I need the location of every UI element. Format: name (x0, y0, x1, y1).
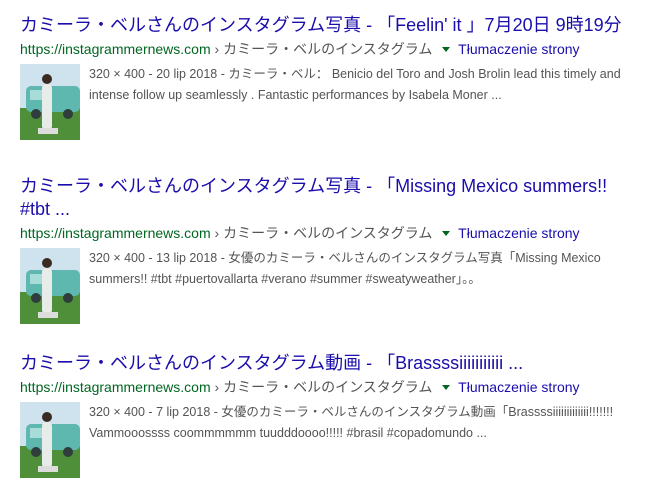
result-meta: 320 × 400 - 13 lip 2018 - (89, 251, 229, 265)
breadcrumb: カミーラ・ベルのインスタグラム (223, 379, 433, 395)
result-cite: https://instagrammernews.com › カミーラ・ベルのイ… (20, 224, 640, 242)
chevron-down-icon[interactable] (442, 384, 451, 390)
translate-page-link[interactable]: Tłumaczenie strony (458, 225, 579, 241)
result-body: 320 × 400 - 13 lip 2018 - 女優のカミーラ・ベルさんのイ… (20, 248, 640, 324)
breadcrumb: カミーラ・ベルのインスタグラム (223, 41, 433, 57)
result-meta: 320 × 400 - 7 lip 2018 - (89, 405, 222, 419)
result-title-link[interactable]: カミーラ・ベルさんのインスタグラム写真 - 「Missing Mexico su… (20, 175, 640, 221)
result-thumbnail[interactable] (20, 64, 80, 140)
breadcrumb-separator: › (214, 225, 220, 241)
result-thumbnail[interactable] (20, 248, 80, 324)
result-meta: 320 × 400 - 20 lip 2018 - (89, 67, 229, 81)
chevron-down-icon[interactable] (442, 230, 451, 236)
breadcrumb: カミーラ・ベルのインスタグラム (223, 225, 433, 241)
result-url: https://instagrammernews.com (20, 379, 211, 395)
translate-page-link[interactable]: Tłumaczenie strony (458, 41, 579, 57)
translate-page-link[interactable]: Tłumaczenie strony (458, 379, 579, 395)
search-result-2: カミーラ・ベルさんのインスタグラム写真 - 「Missing Mexico su… (20, 175, 640, 324)
result-snippet: 320 × 400 - 7 lip 2018 - 女優のカミーラ・ベルさんのイン… (89, 402, 629, 444)
result-title-link[interactable]: カミーラ・ベルさんのインスタグラム動画 - 「Brassssiiiiiiiiii… (20, 352, 640, 375)
result-url: https://instagrammernews.com (20, 41, 211, 57)
thumbnail-image (20, 64, 80, 140)
result-body: 320 × 400 - 7 lip 2018 - 女優のカミーラ・ベルさんのイン… (20, 402, 640, 478)
result-title-link[interactable]: カミーラ・ベルさんのインスタグラム写真 - 「Feelin' it 」7月20日… (20, 14, 640, 37)
result-snippet: 320 × 400 - 20 lip 2018 - カミーラ・ベル： Benic… (89, 64, 629, 106)
result-cite: https://instagrammernews.com › カミーラ・ベルのイ… (20, 378, 640, 396)
result-body: 320 × 400 - 20 lip 2018 - カミーラ・ベル： Benic… (20, 64, 640, 140)
breadcrumb-separator: › (214, 41, 220, 57)
thumbnail-image (20, 248, 80, 324)
search-result-1: カミーラ・ベルさんのインスタグラム写真 - 「Feelin' it 」7月20日… (20, 14, 640, 140)
thumbnail-image (20, 402, 80, 478)
chevron-down-icon[interactable] (442, 46, 451, 52)
result-url: https://instagrammernews.com (20, 225, 211, 241)
result-snippet: 320 × 400 - 13 lip 2018 - 女優のカミーラ・ベルさんのイ… (89, 248, 629, 290)
search-result-3: カミーラ・ベルさんのインスタグラム動画 - 「Brassssiiiiiiiiii… (20, 352, 640, 478)
breadcrumb-separator: › (214, 379, 220, 395)
result-cite: https://instagrammernews.com › カミーラ・ベルのイ… (20, 40, 640, 58)
result-thumbnail[interactable] (20, 402, 80, 478)
